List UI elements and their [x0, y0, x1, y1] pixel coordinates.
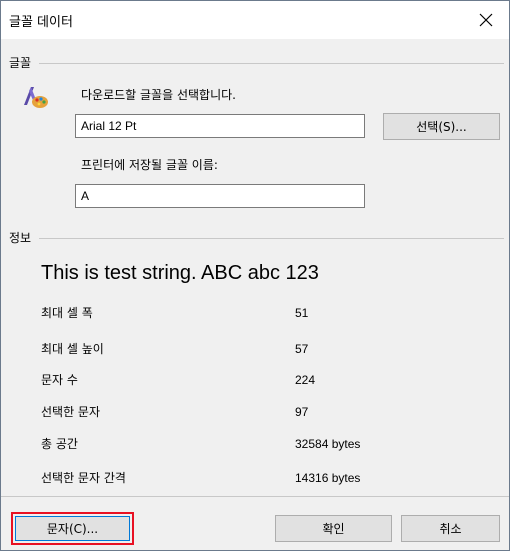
- info-row-selected-char-spacing: 선택한 문자 간격 14316 bytes: [1, 469, 509, 489]
- info-value: 97: [295, 405, 309, 419]
- title-bar: 글꼴 데이터: [1, 1, 509, 39]
- window-title: 글꼴 데이터: [9, 15, 73, 30]
- close-button[interactable]: [463, 1, 509, 39]
- info-row-selected-chars: 선택한 문자 97: [1, 403, 509, 423]
- select-font-button[interactable]: 선택(S)...: [383, 113, 500, 140]
- footer-divider: [1, 496, 509, 497]
- font-group-divider: [39, 63, 504, 64]
- info-value: 32584 bytes: [295, 437, 361, 451]
- info-label: 총 공간: [41, 437, 78, 451]
- info-row-max-cell-width: 최대 셀 폭 51: [1, 304, 509, 324]
- info-row-char-count: 문자 수 224: [1, 371, 509, 391]
- info-row-total-space: 총 공간 32584 bytes: [1, 435, 509, 455]
- info-value: 57: [295, 342, 309, 356]
- info-label: 최대 셀 높이: [41, 342, 104, 356]
- info-value: 51: [295, 306, 309, 320]
- info-group-label: 정보: [9, 231, 32, 245]
- sample-text: This is test string. ABC abc 123: [41, 262, 319, 284]
- cancel-button[interactable]: 취소: [401, 515, 500, 542]
- info-label: 문자 수: [41, 373, 78, 387]
- close-icon: [479, 13, 493, 27]
- font-paint-icon: [21, 83, 49, 111]
- info-value: 14316 bytes: [295, 471, 361, 485]
- characters-button[interactable]: 문자(C)...: [15, 516, 130, 541]
- printer-font-name-input[interactable]: A: [75, 184, 365, 208]
- info-value: 224: [295, 373, 316, 387]
- info-label: 선택한 문자 간격: [41, 471, 126, 485]
- info-label: 선택한 문자: [41, 405, 101, 419]
- download-prompt: 다운로드할 글꼴을 선택합니다.: [81, 88, 236, 102]
- printer-name-label: 프린터에 저장될 글꼴 이름:: [81, 158, 218, 172]
- ok-button[interactable]: 확인: [275, 515, 392, 542]
- font-group-label: 글꼴: [9, 56, 32, 70]
- info-label: 최대 셀 폭: [41, 306, 93, 320]
- info-row-max-cell-height: 최대 셀 높이 57: [1, 340, 509, 360]
- font-input[interactable]: Arial 12 Pt: [75, 114, 365, 138]
- font-data-dialog: 글꼴 데이터 글꼴 다운로드할 글꼴을 선택합니다. Arial 12 Pt 선…: [0, 0, 510, 551]
- info-group-divider: [39, 238, 504, 239]
